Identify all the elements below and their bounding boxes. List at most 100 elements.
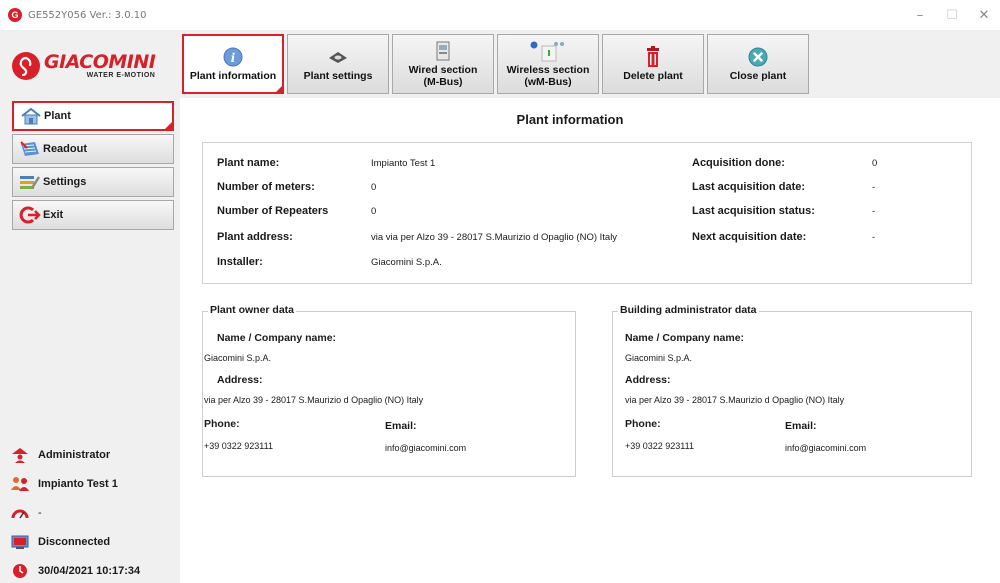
users-icon xyxy=(10,475,30,493)
info-row: Number of meters: 0 Last acquisition dat… xyxy=(217,179,957,195)
exit-icon xyxy=(19,205,41,225)
building-admin-group: Building administrator data Name / Compa… xyxy=(612,304,972,477)
status-user: Administrator xyxy=(10,440,175,469)
toolbar: i Plant information Plant settings Wired… xyxy=(182,34,809,94)
page-title: Plant information xyxy=(516,112,624,127)
owner-phone-label: Phone: xyxy=(204,418,240,430)
plant-settings-label: Plant settings xyxy=(303,70,373,82)
close-window-button[interactable]: ✕ xyxy=(968,0,1000,30)
building-admin-legend: Building administrator data xyxy=(618,304,759,316)
admin-name-label: Name / Company name: xyxy=(625,332,745,344)
info-row: Plant name: Impianto Test 1 Acquisition … xyxy=(217,155,957,171)
admin-email-value: info@giacomini.com xyxy=(785,443,867,453)
owner-email-label: Email: xyxy=(385,420,417,432)
main-panel: Plant information Plant name: Impianto T… xyxy=(180,98,1000,583)
delete-plant-button[interactable]: Delete plant xyxy=(602,34,704,94)
title-bar: G GE552Y056 Ver.: 3.0.10 – ☐ ✕ xyxy=(0,0,1000,30)
owner-address-value: via per Alzo 39 - 28017 S.Maurizio d Opa… xyxy=(204,395,424,405)
sidebar: Plant Readout Settings Exit Administrato… xyxy=(0,98,180,583)
sidebar-item-label: Readout xyxy=(43,143,87,155)
sidebar-item-settings[interactable]: Settings xyxy=(12,167,174,197)
wired-section-label: Wired section (M-Bus) xyxy=(408,64,478,88)
status-plant: Impianto Test 1 xyxy=(10,469,175,498)
repeaters-label: Number of Repeaters xyxy=(217,205,329,217)
owner-name-label: Name / Company name: xyxy=(217,332,337,344)
sidebar-item-exit[interactable]: Exit xyxy=(12,200,174,230)
plant-settings-button[interactable]: Plant settings xyxy=(287,34,389,94)
trash-icon xyxy=(645,46,661,68)
settings-icon xyxy=(19,172,41,192)
last-acquisition-date-value: - xyxy=(872,181,876,193)
meters-value: 0 xyxy=(371,181,377,193)
giacomini-logo: GIACOMINI WATER E-MOTION xyxy=(12,46,182,86)
logo-mark-icon xyxy=(12,52,40,80)
plant-owner-legend: Plant owner data xyxy=(208,304,297,316)
app-icon: G xyxy=(8,8,22,22)
info-icon: i xyxy=(223,46,243,68)
disconnected-icon xyxy=(10,533,30,551)
status-connection: Disconnected xyxy=(10,527,175,556)
admin-name-value: Giacomini S.p.A. xyxy=(625,353,693,363)
maximize-button[interactable]: ☐ xyxy=(936,0,968,30)
plant-name-value: Impianto Test 1 xyxy=(371,157,436,169)
meters-label: Number of meters: xyxy=(217,181,315,193)
clock-icon xyxy=(10,562,30,580)
acquisition-done-label: Acquisition done: xyxy=(692,157,785,169)
sidebar-item-plant[interactable]: Plant xyxy=(12,101,174,131)
acquisition-done-value: 0 xyxy=(872,157,878,169)
svg-text:i: i xyxy=(231,51,236,65)
status-plant-label: Impianto Test 1 xyxy=(38,477,118,490)
info-row: Installer: Giacomini S.p.A. xyxy=(217,254,957,270)
status-connection-label: Disconnected xyxy=(38,535,111,548)
close-plant-label: Close plant xyxy=(729,70,787,82)
sidebar-item-label: Settings xyxy=(43,176,87,188)
info-row: Number of Repeaters 0 Last acquisition s… xyxy=(217,203,957,219)
close-circle-icon xyxy=(748,46,768,68)
plant-address-label: Plant address: xyxy=(217,231,293,243)
admin-phone-label: Phone: xyxy=(625,418,661,430)
owner-name-value: Giacomini S.p.A. xyxy=(204,353,272,363)
admin-phone-value: +39 0322 923111 xyxy=(625,441,694,451)
gauge-icon xyxy=(10,504,30,522)
admin-email-label: Email: xyxy=(785,420,817,432)
logo-tagline: WATER E-MOTION xyxy=(86,72,156,79)
wireless-section-label: Wireless section (wM-Bus) xyxy=(506,64,590,88)
wired-section-button[interactable]: Wired section (M-Bus) xyxy=(392,34,494,94)
plant-information-label: Plant information xyxy=(189,70,277,82)
owner-phone-value: +39 0322 923111 xyxy=(204,441,273,451)
wireless-meter-icon xyxy=(528,40,568,62)
house-icon xyxy=(20,106,42,126)
repeaters-value: 0 xyxy=(371,205,377,217)
minimize-button[interactable]: – xyxy=(904,0,936,30)
status-user-label: Administrator xyxy=(38,448,111,461)
user-icon xyxy=(10,446,30,464)
wired-meter-icon xyxy=(435,40,451,62)
last-acquisition-status-label: Last acquisition status: xyxy=(692,205,815,217)
plant-owner-group: Plant owner data Name / Company name: Gi… xyxy=(202,304,576,477)
wireless-section-button[interactable]: Wireless section (wM-Bus) xyxy=(497,34,599,94)
close-plant-button[interactable]: Close plant xyxy=(707,34,809,94)
next-acquisition-date-label: Next acquisition date: xyxy=(692,231,807,243)
last-acquisition-status-value: - xyxy=(872,205,876,217)
admin-address-label: Address: xyxy=(625,374,671,386)
plant-address-value: via via per Alzo 39 - 28017 S.Maurizio d… xyxy=(371,231,618,243)
status-panel: Administrator Impianto Test 1 - Disconne… xyxy=(10,440,175,583)
plant-name-label: Plant name: xyxy=(217,157,280,169)
delete-plant-label: Delete plant xyxy=(623,70,683,82)
next-acquisition-date-value: - xyxy=(872,231,876,243)
sidebar-nav: Plant Readout Settings Exit xyxy=(12,101,174,233)
plant-information-button[interactable]: i Plant information xyxy=(182,34,284,94)
status-signal: - xyxy=(10,498,175,527)
sidebar-item-readout[interactable]: Readout xyxy=(12,134,174,164)
status-signal-label: - xyxy=(38,506,42,519)
status-datetime-label: 30/04/2021 10:17:34 xyxy=(38,564,141,577)
installer-value: Giacomini S.p.A. xyxy=(371,256,442,268)
owner-email-value: info@giacomini.com xyxy=(385,443,467,453)
window-controls: – ☐ ✕ xyxy=(904,0,1000,30)
window-title: GE552Y056 Ver.: 3.0.10 xyxy=(28,9,147,21)
readout-icon xyxy=(19,139,41,159)
info-row: Plant address: via via per Alzo 39 - 280… xyxy=(217,229,957,245)
last-acquisition-date-label: Last acquisition date: xyxy=(692,181,806,193)
sidebar-item-label: Exit xyxy=(43,209,64,221)
logo-name: GIACOMINI xyxy=(44,51,156,73)
